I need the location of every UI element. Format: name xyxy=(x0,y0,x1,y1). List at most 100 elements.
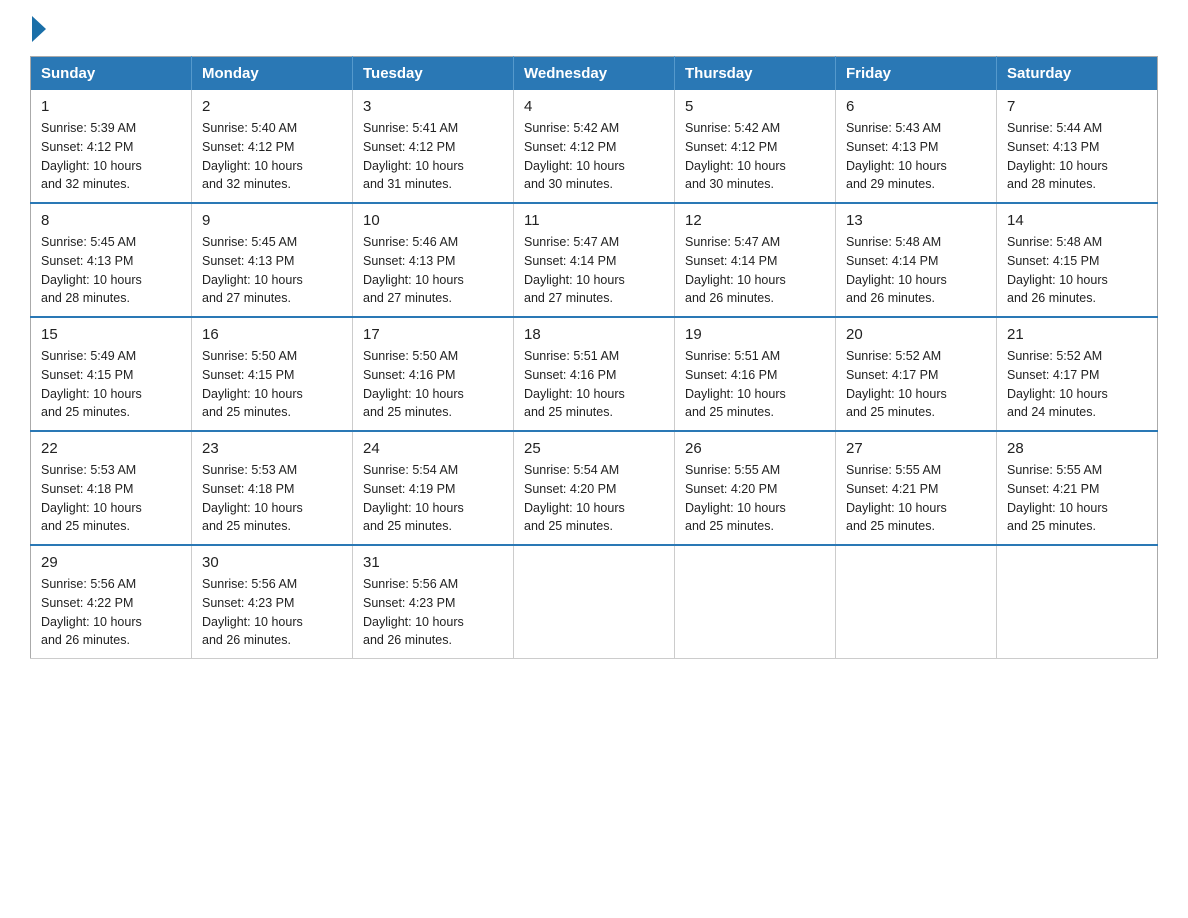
calendar-cell: 22 Sunrise: 5:53 AMSunset: 4:18 PMDayligh… xyxy=(31,431,192,545)
day-number: 29 xyxy=(41,554,181,571)
day-number: 12 xyxy=(685,212,825,229)
calendar-week-3: 15 Sunrise: 5:49 AMSunset: 4:15 PMDayligh… xyxy=(31,317,1158,431)
calendar-cell: 16 Sunrise: 5:50 AMSunset: 4:15 PMDayligh… xyxy=(192,317,353,431)
calendar-cell: 14Sunrise: 5:48 AMSunset: 4:15 PMDayligh… xyxy=(997,203,1158,317)
day-info: Sunrise: 5:51 AMSunset: 4:16 PMDaylight:… xyxy=(685,347,825,422)
calendar-cell: 28 Sunrise: 5:55 AMSunset: 4:21 PMDayligh… xyxy=(997,431,1158,545)
day-number: 5 xyxy=(685,98,825,115)
day-info: Sunrise: 5:41 AMSunset: 4:12 PMDaylight:… xyxy=(363,119,503,194)
day-info: Sunrise: 5:42 AMSunset: 4:12 PMDaylight:… xyxy=(685,119,825,194)
day-number: 6 xyxy=(846,98,986,115)
calendar-cell: 3 Sunrise: 5:41 AMSunset: 4:12 PMDaylight… xyxy=(353,90,514,203)
calendar-cell xyxy=(675,545,836,659)
calendar-cell: 18 Sunrise: 5:51 AMSunset: 4:16 PMDayligh… xyxy=(514,317,675,431)
day-info: Sunrise: 5:52 AMSunset: 4:17 PMDaylight:… xyxy=(846,347,986,422)
day-info: Sunrise: 5:53 AMSunset: 4:18 PMDaylight:… xyxy=(202,461,342,536)
calendar-cell xyxy=(514,545,675,659)
calendar-cell: 23 Sunrise: 5:53 AMSunset: 4:18 PMDayligh… xyxy=(192,431,353,545)
day-number: 26 xyxy=(685,440,825,457)
calendar-table: SundayMondayTuesdayWednesdayThursdayFrid… xyxy=(30,56,1158,659)
day-number: 8 xyxy=(41,212,181,229)
weekday-header-tuesday: Tuesday xyxy=(353,57,514,91)
calendar-cell: 29 Sunrise: 5:56 AMSunset: 4:22 PMDayligh… xyxy=(31,545,192,659)
calendar-cell xyxy=(836,545,997,659)
day-number: 9 xyxy=(202,212,342,229)
day-info: Sunrise: 5:56 AMSunset: 4:23 PMDaylight:… xyxy=(202,575,342,650)
calendar-cell: 19 Sunrise: 5:51 AMSunset: 4:16 PMDayligh… xyxy=(675,317,836,431)
day-info: Sunrise: 5:55 AMSunset: 4:21 PMDaylight:… xyxy=(1007,461,1147,536)
calendar-cell: 20 Sunrise: 5:52 AMSunset: 4:17 PMDayligh… xyxy=(836,317,997,431)
day-number: 22 xyxy=(41,440,181,457)
day-info: Sunrise: 5:47 AMSunset: 4:14 PMDaylight:… xyxy=(685,233,825,308)
calendar-week-2: 8 Sunrise: 5:45 AMSunset: 4:13 PMDaylight… xyxy=(31,203,1158,317)
calendar-cell: 21 Sunrise: 5:52 AMSunset: 4:17 PMDayligh… xyxy=(997,317,1158,431)
day-info: Sunrise: 5:40 AMSunset: 4:12 PMDaylight:… xyxy=(202,119,342,194)
calendar-cell: 25 Sunrise: 5:54 AMSunset: 4:20 PMDayligh… xyxy=(514,431,675,545)
calendar-cell: 10Sunrise: 5:46 AMSunset: 4:13 PMDayligh… xyxy=(353,203,514,317)
day-info: Sunrise: 5:54 AMSunset: 4:20 PMDaylight:… xyxy=(524,461,664,536)
day-number: 19 xyxy=(685,326,825,343)
day-number: 24 xyxy=(363,440,503,457)
calendar-cell: 24 Sunrise: 5:54 AMSunset: 4:19 PMDayligh… xyxy=(353,431,514,545)
calendar-cell: 5 Sunrise: 5:42 AMSunset: 4:12 PMDaylight… xyxy=(675,90,836,203)
day-info: Sunrise: 5:49 AMSunset: 4:15 PMDaylight:… xyxy=(41,347,181,422)
calendar-cell: 4 Sunrise: 5:42 AMSunset: 4:12 PMDaylight… xyxy=(514,90,675,203)
calendar-cell xyxy=(997,545,1158,659)
day-info: Sunrise: 5:54 AMSunset: 4:19 PMDaylight:… xyxy=(363,461,503,536)
day-info: Sunrise: 5:50 AMSunset: 4:15 PMDaylight:… xyxy=(202,347,342,422)
day-info: Sunrise: 5:48 AMSunset: 4:14 PMDaylight:… xyxy=(846,233,986,308)
day-info: Sunrise: 5:50 AMSunset: 4:16 PMDaylight:… xyxy=(363,347,503,422)
calendar-cell: 1Sunrise: 5:39 AMSunset: 4:12 PMDaylight… xyxy=(31,90,192,203)
day-info: Sunrise: 5:52 AMSunset: 4:17 PMDaylight:… xyxy=(1007,347,1147,422)
day-number: 15 xyxy=(41,326,181,343)
day-number: 16 xyxy=(202,326,342,343)
day-info: Sunrise: 5:43 AMSunset: 4:13 PMDaylight:… xyxy=(846,119,986,194)
calendar-cell: 9 Sunrise: 5:45 AMSunset: 4:13 PMDaylight… xyxy=(192,203,353,317)
day-info: Sunrise: 5:45 AMSunset: 4:13 PMDaylight:… xyxy=(202,233,342,308)
calendar-cell: 11Sunrise: 5:47 AMSunset: 4:14 PMDayligh… xyxy=(514,203,675,317)
calendar-cell: 6 Sunrise: 5:43 AMSunset: 4:13 PMDaylight… xyxy=(836,90,997,203)
day-number: 20 xyxy=(846,326,986,343)
calendar-cell: 30 Sunrise: 5:56 AMSunset: 4:23 PMDayligh… xyxy=(192,545,353,659)
day-info: Sunrise: 5:42 AMSunset: 4:12 PMDaylight:… xyxy=(524,119,664,194)
day-number: 14 xyxy=(1007,212,1147,229)
day-info: Sunrise: 5:44 AMSunset: 4:13 PMDaylight:… xyxy=(1007,119,1147,194)
day-number: 25 xyxy=(524,440,664,457)
logo-arrow-icon xyxy=(32,16,46,42)
calendar-cell: 26 Sunrise: 5:55 AMSunset: 4:20 PMDayligh… xyxy=(675,431,836,545)
calendar-cell: 17 Sunrise: 5:50 AMSunset: 4:16 PMDayligh… xyxy=(353,317,514,431)
calendar-cell: 8 Sunrise: 5:45 AMSunset: 4:13 PMDaylight… xyxy=(31,203,192,317)
calendar-cell: 12 Sunrise: 5:47 AMSunset: 4:14 PMDayligh… xyxy=(675,203,836,317)
day-number: 2 xyxy=(202,98,342,115)
weekday-header-thursday: Thursday xyxy=(675,57,836,91)
day-number: 28 xyxy=(1007,440,1147,457)
calendar-cell: 31Sunrise: 5:56 AMSunset: 4:23 PMDayligh… xyxy=(353,545,514,659)
day-number: 18 xyxy=(524,326,664,343)
day-number: 7 xyxy=(1007,98,1147,115)
day-info: Sunrise: 5:39 AMSunset: 4:12 PMDaylight:… xyxy=(41,119,181,194)
day-number: 3 xyxy=(363,98,503,115)
header-row: SundayMondayTuesdayWednesdayThursdayFrid… xyxy=(31,57,1158,91)
day-number: 21 xyxy=(1007,326,1147,343)
day-info: Sunrise: 5:55 AMSunset: 4:20 PMDaylight:… xyxy=(685,461,825,536)
weekday-header-wednesday: Wednesday xyxy=(514,57,675,91)
day-number: 30 xyxy=(202,554,342,571)
day-info: Sunrise: 5:53 AMSunset: 4:18 PMDaylight:… xyxy=(41,461,181,536)
calendar-week-5: 29 Sunrise: 5:56 AMSunset: 4:22 PMDayligh… xyxy=(31,545,1158,659)
day-info: Sunrise: 5:56 AMSunset: 4:22 PMDaylight:… xyxy=(41,575,181,650)
page-header xyxy=(30,20,1158,36)
day-info: Sunrise: 5:51 AMSunset: 4:16 PMDaylight:… xyxy=(524,347,664,422)
day-info: Sunrise: 5:45 AMSunset: 4:13 PMDaylight:… xyxy=(41,233,181,308)
calendar-cell: 27Sunrise: 5:55 AMSunset: 4:21 PMDayligh… xyxy=(836,431,997,545)
calendar-cell: 2 Sunrise: 5:40 AMSunset: 4:12 PMDaylight… xyxy=(192,90,353,203)
day-number: 10 xyxy=(363,212,503,229)
day-number: 17 xyxy=(363,326,503,343)
calendar-week-4: 22 Sunrise: 5:53 AMSunset: 4:18 PMDayligh… xyxy=(31,431,1158,545)
day-number: 13 xyxy=(846,212,986,229)
weekday-header-sunday: Sunday xyxy=(31,57,192,91)
weekday-header-friday: Friday xyxy=(836,57,997,91)
logo xyxy=(30,20,46,36)
day-number: 4 xyxy=(524,98,664,115)
day-info: Sunrise: 5:55 AMSunset: 4:21 PMDaylight:… xyxy=(846,461,986,536)
day-number: 23 xyxy=(202,440,342,457)
